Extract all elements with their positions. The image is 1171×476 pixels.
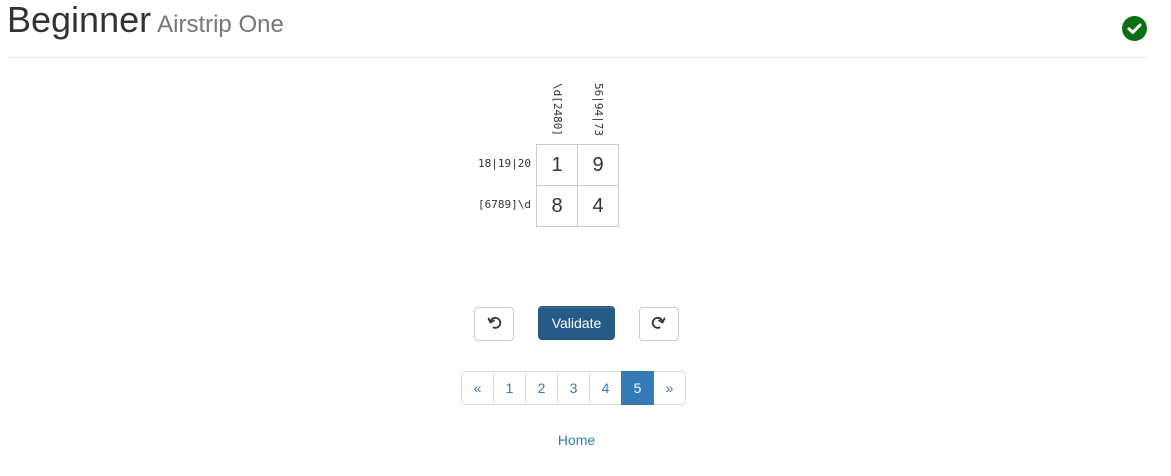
undo-icon bbox=[486, 315, 502, 334]
grid-row: 1 9 bbox=[536, 144, 619, 186]
page-link-2[interactable]: 2 bbox=[525, 371, 558, 405]
grid-row: 8 4 bbox=[536, 185, 619, 227]
page-link-1[interactable]: 1 bbox=[493, 371, 526, 405]
column-clue-1-text: \d[2480] bbox=[550, 83, 564, 136]
puzzle-name: Airstrip One bbox=[157, 11, 284, 38]
page-link-5[interactable]: 5 bbox=[621, 371, 654, 405]
redo-icon bbox=[651, 315, 667, 334]
pagination-next[interactable]: » bbox=[653, 371, 686, 405]
page-link-4[interactable]: 4 bbox=[589, 371, 622, 405]
grid-cell[interactable]: 4 bbox=[577, 185, 619, 227]
pagination: « 1 2 3 4 5 » bbox=[461, 371, 686, 405]
column-clue-2: 56|94|73 bbox=[577, 83, 618, 140]
undo-button[interactable] bbox=[474, 307, 514, 341]
page-title: Beginner Airstrip One bbox=[7, 0, 284, 48]
grid-cell[interactable]: 8 bbox=[536, 185, 578, 227]
column-clue-2-text: 56|94|73 bbox=[591, 83, 605, 136]
column-clue-1: \d[2480] bbox=[536, 83, 577, 140]
row-clue-2: [6789]\d bbox=[478, 198, 531, 211]
grid-cell[interactable]: 9 bbox=[577, 144, 619, 186]
page-header: Beginner Airstrip One bbox=[7, 0, 1147, 58]
home-link[interactable]: Home bbox=[0, 432, 1153, 448]
puzzle-grid: 1 9 8 4 bbox=[536, 144, 619, 227]
check-circle-icon bbox=[1122, 16, 1147, 41]
row-clue-1: 18|19|20 bbox=[478, 157, 531, 170]
redo-button[interactable] bbox=[639, 307, 679, 341]
pagination-prev[interactable]: « bbox=[461, 371, 494, 405]
page-link-3[interactable]: 3 bbox=[557, 371, 590, 405]
level-title: Beginner bbox=[7, 0, 152, 40]
grid-cell[interactable]: 1 bbox=[536, 144, 578, 186]
validate-button[interactable]: Validate bbox=[538, 306, 615, 340]
